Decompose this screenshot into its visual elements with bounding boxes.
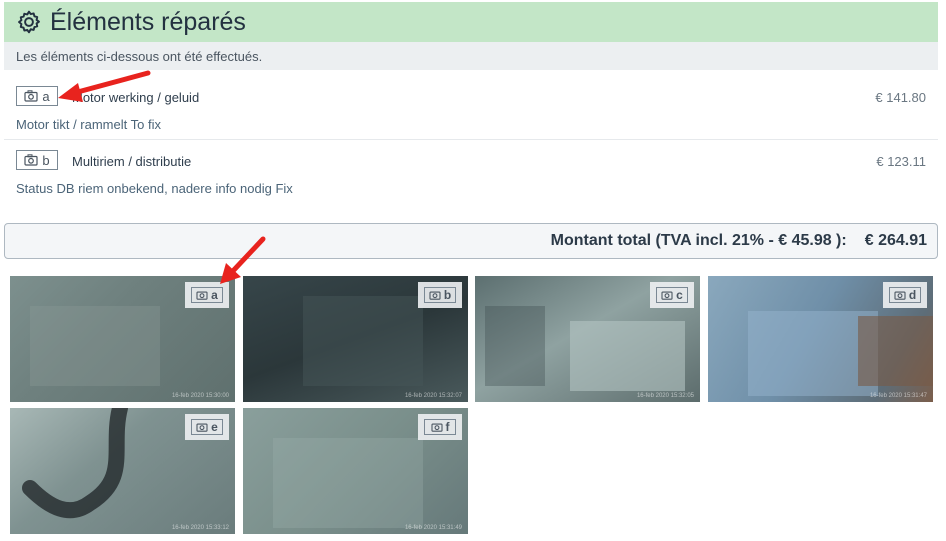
photo-tag-letter: a: [42, 88, 50, 104]
camera-icon: [430, 423, 443, 432]
photo-thumbnail-e[interactable]: e 16-feb 2020 15:33:12: [10, 408, 235, 534]
photo-tag-letter: d: [908, 288, 917, 302]
photo-thumbnail-f[interactable]: f 16-feb 2020 15:31:49: [243, 408, 468, 534]
section-header: Éléments réparés: [4, 2, 938, 42]
item-description: Motor tikt / rammelt To fix: [16, 117, 161, 132]
photo-tag-letter: e: [211, 420, 218, 434]
photo-thumbnail-a[interactable]: a 16-feb 2020 15:30:00: [10, 276, 235, 402]
photo-tag: d: [883, 282, 927, 308]
photo-tag-letter: f: [445, 420, 450, 434]
repair-item: a Motor werking / geluid € 141.80 Motor …: [4, 78, 938, 140]
photo-tag-letter: c: [676, 288, 683, 302]
photo-tag-letter: b: [443, 288, 452, 302]
gear-icon: [18, 10, 40, 34]
photo-link-a[interactable]: a: [16, 86, 58, 106]
total-label: Montant total (TVA incl. 21% - € 45.98 )…: [550, 232, 847, 249]
total-bar: Montant total (TVA incl. 21% - € 45.98 )…: [4, 223, 938, 259]
item-title: Motor werking / geluid: [72, 90, 200, 105]
photo-thumbnail-d[interactable]: d 16-feb 2020 15:31:47: [708, 276, 933, 402]
photo-thumbnail-c[interactable]: c 16-feb 2020 15:32:05: [475, 276, 700, 402]
camera-icon: [661, 291, 673, 300]
camera-icon: [24, 154, 38, 166]
photo-tag: f: [418, 414, 462, 440]
camera-icon: [196, 423, 208, 432]
photo-tag: e: [185, 414, 229, 440]
photo-thumbnail-b[interactable]: b 16-feb 2020 15:32:07: [243, 276, 468, 402]
item-title: Multiriem / distributie: [72, 154, 192, 169]
photo-tag: c: [650, 282, 694, 308]
total-value: € 264.91: [864, 232, 927, 249]
camera-icon: [429, 291, 441, 300]
camera-icon: [894, 291, 906, 300]
photo-tag-letter: a: [211, 288, 218, 302]
item-description: Status DB riem onbekend, nadere info nod…: [16, 181, 293, 196]
camera-icon: [196, 291, 208, 300]
item-price: € 141.80: [875, 90, 926, 105]
item-price: € 123.11: [876, 154, 926, 169]
repair-item: b Multiriem / distributie € 123.11 Statu…: [4, 142, 938, 202]
photo-tag: b: [418, 282, 462, 308]
section-subtitle: Les éléments ci-dessous ont été effectué…: [4, 42, 938, 70]
photo-link-b[interactable]: b: [16, 150, 58, 170]
camera-icon: [24, 90, 38, 102]
page-title: Éléments réparés: [50, 7, 246, 36]
photo-tag-letter: b: [42, 152, 50, 168]
photo-tag: a: [185, 282, 229, 308]
